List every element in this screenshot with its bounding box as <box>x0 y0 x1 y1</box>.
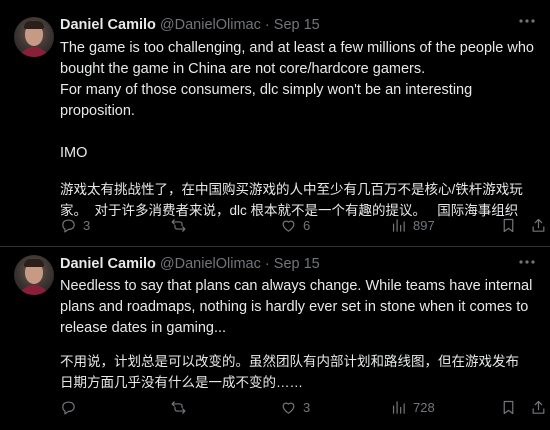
tweet-text-line: The game is too challenging, and at leas… <box>60 40 534 56</box>
tweet-date[interactable]: Sep 15 <box>274 256 320 272</box>
repost-icon <box>171 400 186 414</box>
tweet-text-line: plans and roadmaps, nothing is hardly ev… <box>60 299 529 315</box>
share-button[interactable] <box>530 397 547 417</box>
separator: · <box>264 256 270 272</box>
reply-button[interactable]: 3 <box>60 215 90 235</box>
tweet-header: Daniel Camilo @DanielOlimac · Sep 15 <box>60 17 320 33</box>
reply-button[interactable] <box>60 397 83 417</box>
like-icon <box>282 402 295 414</box>
share-icon <box>532 218 545 232</box>
reply-icon <box>62 401 75 414</box>
separator: · <box>264 17 270 33</box>
avatar[interactable] <box>14 17 54 57</box>
like-count: 6 <box>303 217 311 233</box>
author-handle[interactable]: @DanielOlimac <box>160 17 261 33</box>
tweet-text-line: release dates in gaming... <box>60 320 227 336</box>
views-button[interactable]: 728 <box>390 397 435 417</box>
translation-line: 日期方面几乎没有什么是一成不变的…… <box>60 375 303 390</box>
like-button[interactable]: 3 <box>280 397 310 417</box>
like-count: 3 <box>303 399 311 415</box>
reply-icon <box>62 219 75 232</box>
bookmark-icon <box>503 218 514 232</box>
translation-line: 游戏太有挑战性了，在中国购买游戏的人中至少有几百万不是核心/铁杆游戏玩 <box>60 182 523 197</box>
repost-icon <box>171 218 186 232</box>
tweet-text-line: Needless to say that plans can always ch… <box>60 278 533 294</box>
views-icon <box>392 400 405 414</box>
tweet-text: The game is too challenging, and at leas… <box>60 38 538 221</box>
views-button[interactable]: 897 <box>390 215 435 235</box>
share-button[interactable] <box>530 215 547 235</box>
tweet-signoff: IMO <box>60 145 88 161</box>
tweet[interactable]: Daniel Camilo @DanielOlimac · Sep 15 Nee… <box>0 247 550 430</box>
share-icon <box>532 400 545 414</box>
more-icon[interactable] <box>518 14 536 28</box>
tweet-date[interactable]: Sep 15 <box>274 17 320 33</box>
tweet-text-line: For many of those consumers, dlc simply … <box>60 82 473 98</box>
author-name[interactable]: Daniel Camilo <box>60 17 156 33</box>
tweet-text-line: bought the game in China are not core/ha… <box>60 61 426 77</box>
views-count: 897 <box>413 217 435 233</box>
reply-count: 3 <box>83 217 91 233</box>
tweet-text-line: proposition. <box>60 103 135 119</box>
like-icon <box>282 220 295 232</box>
like-button[interactable]: 6 <box>280 215 310 235</box>
more-icon[interactable] <box>518 255 536 269</box>
tweet-header: Daniel Camilo @DanielOlimac · Sep 15 <box>60 256 320 272</box>
bookmark-button[interactable] <box>500 397 517 417</box>
views-count: 728 <box>413 399 435 415</box>
action-bar: 3 6 897 <box>60 215 545 235</box>
translation-line: 不用说，计划总是可以改变的。虽然团队有内部计划和路线图，但在游戏发布 <box>60 354 519 369</box>
action-bar: 3 728 <box>60 397 545 417</box>
author-handle[interactable]: @DanielOlimac <box>160 256 261 272</box>
tweet[interactable]: Daniel Camilo @DanielOlimac · Sep 15 The… <box>0 0 550 246</box>
views-icon <box>392 218 405 232</box>
repost-button[interactable] <box>170 215 193 235</box>
bookmark-icon <box>503 400 514 414</box>
tweet-text: Needless to say that plans can always ch… <box>60 276 538 393</box>
repost-button[interactable] <box>170 397 193 417</box>
bookmark-button[interactable] <box>500 215 517 235</box>
author-name[interactable]: Daniel Camilo <box>60 256 156 272</box>
avatar[interactable] <box>14 255 54 295</box>
